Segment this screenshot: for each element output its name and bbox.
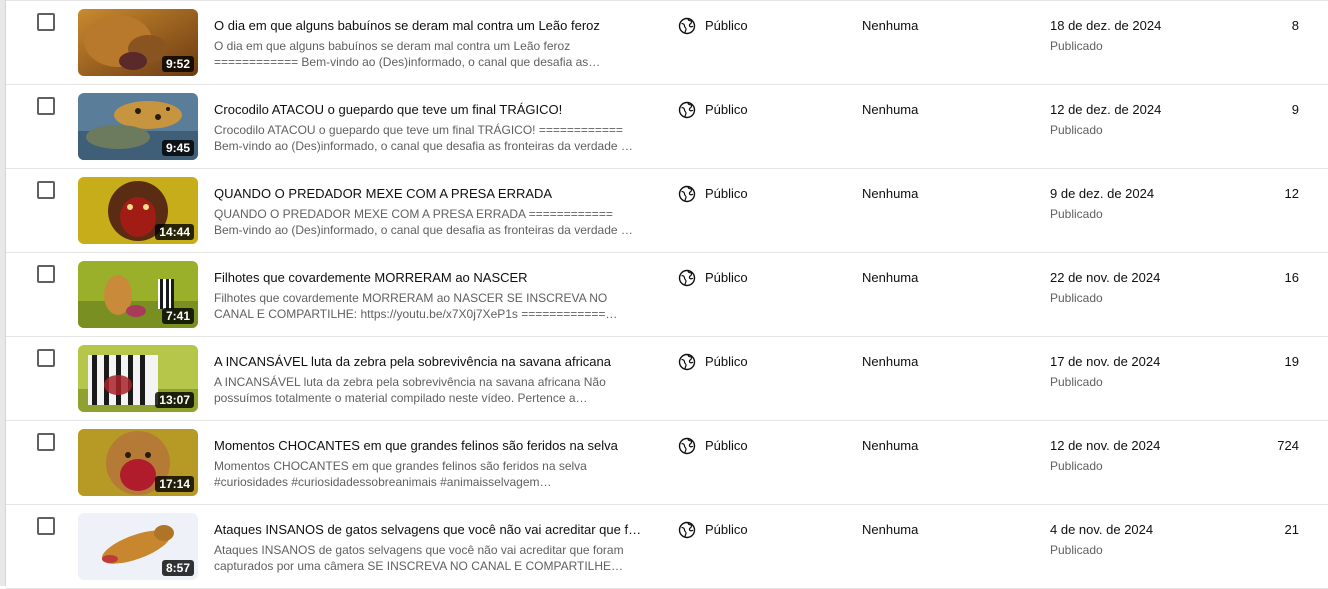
restrictions-cell: Nenhuma <box>862 354 919 369</box>
video-description: O dia em que alguns babuínos se deram ma… <box>214 39 601 69</box>
publish-date: 18 de dez. de 2024 <box>1050 18 1162 33</box>
publish-date: 22 de nov. de 2024 <box>1050 270 1161 285</box>
video-list: 9:52 O dia em que alguns babuínos se der… <box>6 0 1328 589</box>
globe-icon <box>678 17 696 35</box>
row-select-checkbox[interactable] <box>37 433 55 451</box>
visibility-label: Público <box>705 354 748 369</box>
view-count: 16 <box>1284 270 1299 285</box>
video-duration: 14:44 <box>155 224 194 240</box>
visibility-cell[interactable]: Público <box>678 101 748 119</box>
video-title[interactable]: A INCANSÁVEL luta da zebra pela sobreviv… <box>214 353 642 371</box>
view-count: 8 <box>1291 18 1299 33</box>
video-description: Momentos CHOCANTES em que grandes felino… <box>214 459 587 489</box>
visibility-label: Público <box>705 18 748 33</box>
video-thumbnail[interactable]: 7:41 <box>78 261 198 328</box>
visibility-cell[interactable]: Público <box>678 17 748 35</box>
video-title[interactable]: Momentos CHOCANTES em que grandes felino… <box>214 437 642 455</box>
video-row[interactable]: 13:07 A INCANSÁVEL luta da zebra pela so… <box>6 337 1328 421</box>
video-title[interactable]: QUANDO O PREDADOR MEXE COM A PRESA ERRAD… <box>214 185 642 203</box>
video-thumbnail[interactable]: 17:14 <box>78 429 198 496</box>
publish-date: 9 de dez. de 2024 <box>1050 186 1155 201</box>
video-row[interactable]: 9:52 O dia em que alguns babuínos se der… <box>6 0 1328 85</box>
publish-date: 4 de nov. de 2024 <box>1050 522 1154 537</box>
video-title[interactable]: O dia em que alguns babuínos se deram ma… <box>214 17 642 35</box>
video-row[interactable]: 9:45 Crocodilo ATACOU o guepardo que tev… <box>6 85 1328 169</box>
video-title[interactable]: Crocodilo ATACOU o guepardo que teve um … <box>214 101 642 119</box>
row-select-checkbox[interactable] <box>37 181 55 199</box>
row-select-checkbox[interactable] <box>37 349 55 367</box>
video-duration: 13:07 <box>155 392 194 408</box>
restrictions-cell: Nenhuma <box>862 522 919 537</box>
video-title[interactable]: Filhotes que covardemente MORRERAM ao NA… <box>214 269 642 287</box>
globe-icon <box>678 269 696 287</box>
video-duration: 9:52 <box>161 56 194 72</box>
globe-icon <box>678 353 696 371</box>
video-row[interactable]: 8:57 Ataques INSANOS de gatos selvagens … <box>6 505 1328 589</box>
publish-status: Publicado <box>1050 207 1103 221</box>
visibility-cell[interactable]: Público <box>678 269 748 287</box>
globe-icon <box>678 521 696 539</box>
publish-status: Publicado <box>1050 291 1103 305</box>
visibility-cell[interactable]: Público <box>678 521 748 539</box>
publish-date: 12 de nov. de 2024 <box>1050 438 1161 453</box>
video-title[interactable]: Ataques INSANOS de gatos selvagens que v… <box>214 521 642 539</box>
row-select-checkbox[interactable] <box>37 265 55 283</box>
restrictions-cell: Nenhuma <box>862 18 919 33</box>
video-thumbnail[interactable]: 9:52 <box>78 9 198 76</box>
video-description: A INCANSÁVEL luta da zebra pela sobreviv… <box>214 375 606 405</box>
globe-icon <box>678 101 696 119</box>
row-select-checkbox[interactable] <box>37 13 55 31</box>
video-description: Ataques INSANOS de gatos selvagens que v… <box>214 543 624 573</box>
video-description: Crocodilo ATACOU o guepardo que teve um … <box>214 123 633 153</box>
publish-date: 12 de dez. de 2024 <box>1050 102 1162 117</box>
video-thumbnail[interactable]: 13:07 <box>78 345 198 412</box>
visibility-label: Público <box>705 102 748 117</box>
restrictions-cell: Nenhuma <box>862 438 919 453</box>
video-description: Filhotes que covardemente MORRERAM ao NA… <box>214 291 618 321</box>
video-duration: 9:45 <box>161 140 194 156</box>
view-count: 9 <box>1291 102 1299 117</box>
video-thumbnail[interactable]: 9:45 <box>78 93 198 160</box>
restrictions-cell: Nenhuma <box>862 102 919 117</box>
restrictions-cell: Nenhuma <box>862 186 919 201</box>
video-row[interactable]: 14:44 QUANDO O PREDADOR MEXE COM A PRESA… <box>6 169 1328 253</box>
publish-status: Publicado <box>1050 543 1103 557</box>
visibility-cell[interactable]: Público <box>678 353 748 371</box>
visibility-label: Público <box>705 438 748 453</box>
row-select-checkbox[interactable] <box>37 517 55 535</box>
video-duration: 17:14 <box>155 476 194 492</box>
video-thumbnail[interactable]: 14:44 <box>78 177 198 244</box>
publish-status: Publicado <box>1050 375 1103 389</box>
globe-icon <box>678 437 696 455</box>
visibility-label: Público <box>705 270 748 285</box>
row-select-checkbox[interactable] <box>37 97 55 115</box>
publish-status: Publicado <box>1050 459 1103 473</box>
view-count: 19 <box>1284 354 1299 369</box>
visibility-cell[interactable]: Público <box>678 185 748 203</box>
video-row[interactable]: 7:41 Filhotes que covardemente MORRERAM … <box>6 253 1328 337</box>
visibility-cell[interactable]: Público <box>678 437 748 455</box>
video-duration: 8:57 <box>161 560 194 576</box>
globe-icon <box>678 185 696 203</box>
publish-status: Publicado <box>1050 123 1103 137</box>
view-count: 724 <box>1277 438 1299 453</box>
video-description: QUANDO O PREDADOR MEXE COM A PRESA ERRAD… <box>214 207 628 237</box>
visibility-label: Público <box>705 186 748 201</box>
restrictions-cell: Nenhuma <box>862 270 919 285</box>
publish-date: 17 de nov. de 2024 <box>1050 354 1161 369</box>
view-count: 12 <box>1284 186 1299 201</box>
video-thumbnail[interactable]: 8:57 <box>78 513 198 580</box>
video-duration: 7:41 <box>161 308 194 324</box>
video-row[interactable]: 17:14 Momentos CHOCANTES em que grandes … <box>6 421 1328 505</box>
visibility-label: Público <box>705 522 748 537</box>
publish-status: Publicado <box>1050 39 1103 53</box>
view-count: 21 <box>1284 522 1299 537</box>
